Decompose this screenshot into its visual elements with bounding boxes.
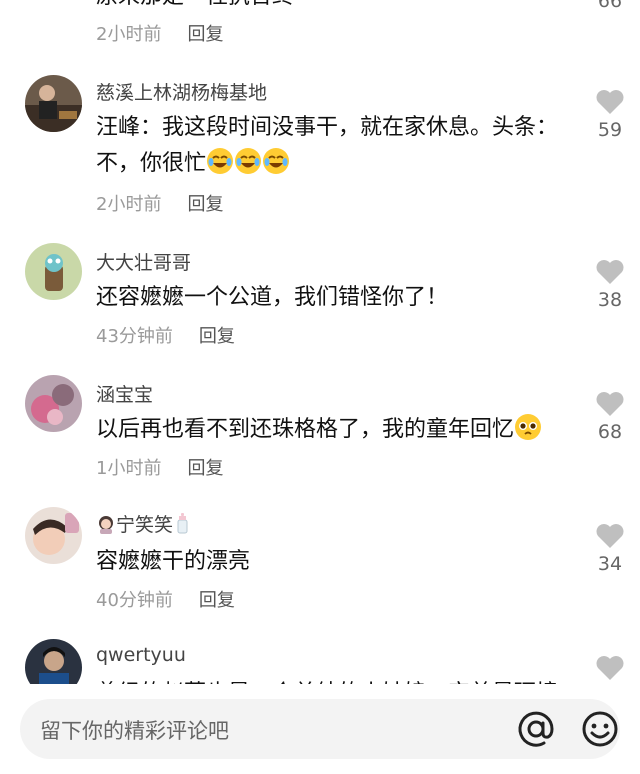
like-button[interactable]: 66 [592, 0, 628, 12]
reply-button[interactable]: 回复 [187, 458, 223, 479]
at-icon[interactable] [516, 709, 556, 749]
username[interactable]: 宁笑笑 [116, 514, 173, 536]
username[interactable]: 大大壮哥哥 [96, 248, 191, 275]
comment-text-body: 汪峰：我这段时间没事干，就在家休息。头条：不，你很忙 [96, 115, 559, 176]
comment-feed: 原来那是一性执告终 2小时前回复 66 慈溪上林湖杨梅基地 汪峰：我这段时间没事… [0, 0, 640, 690]
like-count: 68 [597, 421, 623, 443]
like-button[interactable]: 38 [592, 258, 628, 311]
comment-text: 还容嬷嬷一个公道，我们错怪你了！ [96, 285, 449, 310]
comment-time: 40分钟前 [96, 590, 173, 611]
like-count: 59 [597, 119, 623, 141]
heart-icon [596, 524, 624, 548]
laugh-cry-emoji-icon [262, 147, 290, 187]
avatar[interactable] [25, 243, 82, 300]
reply-button[interactable]: 回复 [199, 590, 235, 611]
smile-icon[interactable] [580, 709, 620, 749]
laugh-cry-emoji-icon [206, 147, 234, 187]
comment-input-placeholder: 留下你的精彩评论吧 [40, 719, 229, 743]
comment-time: 2小时前 [96, 194, 162, 215]
username[interactable]: 涵宝宝 [96, 380, 153, 407]
heart-icon [596, 90, 624, 114]
comment-time: 2小时前 [96, 24, 162, 45]
like-button[interactable]: 68 [592, 390, 628, 443]
comment-text-body: 以后再也看不到还珠格格了，我的童年回忆 [96, 417, 515, 442]
comment-text: 原来那是一性执告终 [96, 0, 294, 10]
girl-badge-icon [96, 514, 116, 539]
heart-icon [596, 392, 624, 416]
avatar[interactable] [25, 75, 82, 132]
like-button[interactable]: 59 [592, 88, 628, 141]
comment-meta: 43分钟前 回复 [96, 322, 235, 348]
comment-text: 容嬷嬷干的漂亮 [96, 549, 251, 574]
reply-button[interactable]: 回复 [187, 24, 223, 45]
username[interactable]: qwertyuu [96, 644, 186, 666]
avatar[interactable] [25, 375, 82, 432]
comment-input[interactable]: 留下你的精彩评论吧 [20, 699, 620, 759]
like-count: 34 [597, 553, 623, 575]
username-row: 宁笑笑 [96, 510, 191, 539]
pleading-emoji-icon [514, 413, 542, 453]
avatar[interactable] [25, 507, 82, 564]
reply-button[interactable]: 回复 [199, 326, 235, 347]
laugh-cry-emoji-icon [234, 147, 262, 187]
like-count: 66 [597, 0, 623, 12]
comment-meta: 2小时前 回复 [96, 190, 223, 216]
avatar[interactable] [25, 639, 82, 690]
comment-time: 1小时前 [96, 458, 162, 479]
comment-meta: 40分钟前 回复 [96, 586, 235, 612]
username[interactable]: 慈溪上林湖杨梅基地 [96, 78, 267, 105]
reply-button[interactable]: 回复 [187, 194, 223, 215]
comment-meta: 2小时前 回复 [96, 20, 223, 46]
like-button[interactable] [592, 654, 628, 681]
like-count: 38 [597, 289, 623, 311]
heart-icon [596, 656, 624, 680]
heart-icon [596, 260, 624, 284]
baby-bottle-icon [173, 512, 191, 539]
comment-footer: 留下你的精彩评论吧 [0, 684, 640, 774]
comment-meta: 1小时前 回复 [96, 454, 223, 480]
comment-time: 43分钟前 [96, 326, 173, 347]
comment-text: 以后再也看不到还珠格格了，我的童年回忆 [96, 412, 566, 453]
comment-text: 汪峰：我这段时间没事干，就在家休息。头条：不，你很忙 [96, 110, 566, 187]
like-button[interactable]: 34 [592, 522, 628, 575]
